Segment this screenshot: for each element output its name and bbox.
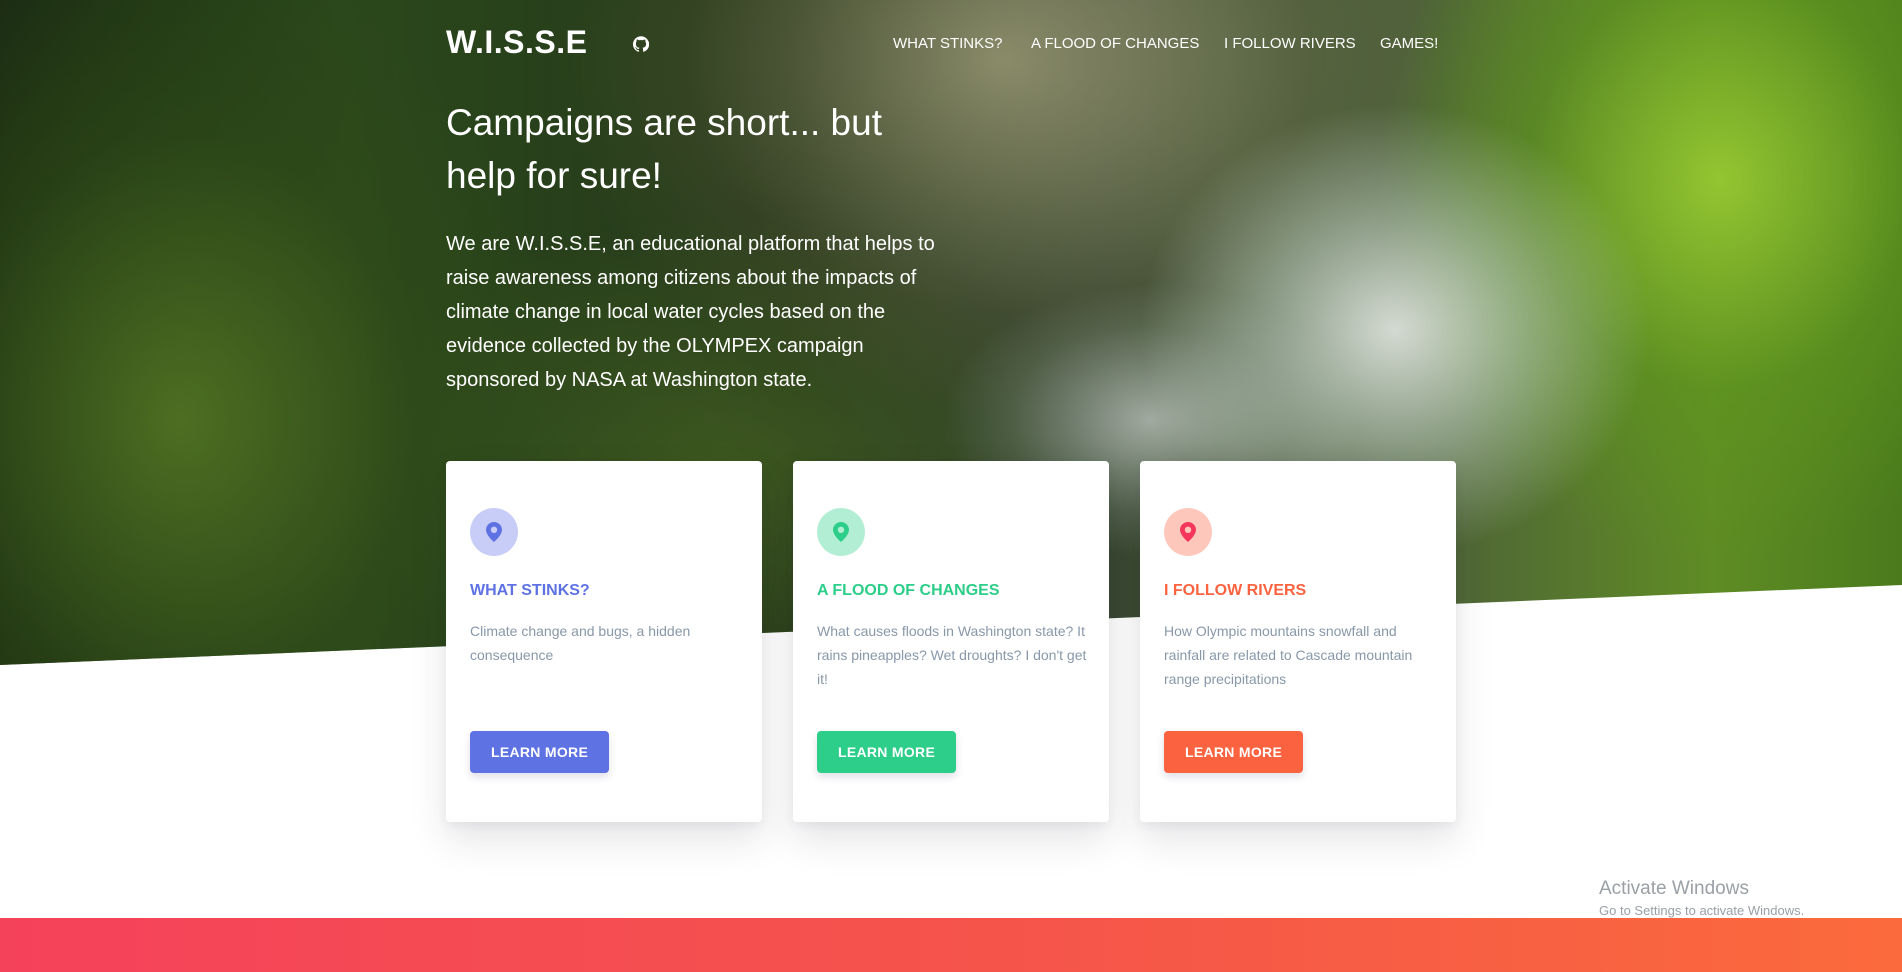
hero-headline: Campaigns are short... but help for sure… [446,102,882,196]
nav-item-games[interactable]: GAMES! [1380,35,1438,52]
card-what-stinks: WHAT STINKS? Climate change and bugs, a … [446,461,762,822]
card-title: I FOLLOW RIVERS [1164,582,1307,599]
card-title: A FLOOD OF CHANGES [817,582,1000,599]
activate-windows-subtitle: Go to Settings to activate Windows. [1599,903,1805,918]
card-icon-badge [817,508,865,556]
learn-more-button[interactable]: LEARN MORE [1164,731,1304,773]
hero-description: We are W.I.S.S.E, an educational platfor… [446,233,935,391]
learn-more-button[interactable]: LEARN MORE [470,731,610,773]
map-pin-icon [486,522,502,542]
card-flood-of-changes: A FLOOD OF CHANGES What causes floods in… [793,461,1109,822]
map-pin-icon [833,522,849,542]
footer-section [0,918,1902,972]
card-title: WHAT STINKS? [470,582,590,599]
activate-windows-title: Activate Windows [1599,878,1749,899]
learn-more-button[interactable]: LEARN MORE [817,731,957,773]
map-pin-icon [1180,522,1196,542]
main-nav: WHAT STINKS? A FLOOD OF CHANGES I FOLLOW… [0,35,1902,55]
nav-item-what-stinks[interactable]: WHAT STINKS? [893,35,1002,52]
card-description: What causes floods in Washington state? … [817,623,1087,687]
nav-item-flood-of-changes[interactable]: A FLOOD OF CHANGES [1031,35,1199,52]
card-description: How Olympic mountains snowfall and rainf… [1164,623,1413,687]
card-icon-badge [470,508,518,556]
nav-item-follow-rivers[interactable]: I FOLLOW RIVERS [1224,35,1356,52]
card-follow-rivers: I FOLLOW RIVERS How Olympic mountains sn… [1140,461,1456,822]
card-icon-badge [1164,508,1212,556]
card-description: Climate change and bugs, a hidden conseq… [470,623,691,663]
